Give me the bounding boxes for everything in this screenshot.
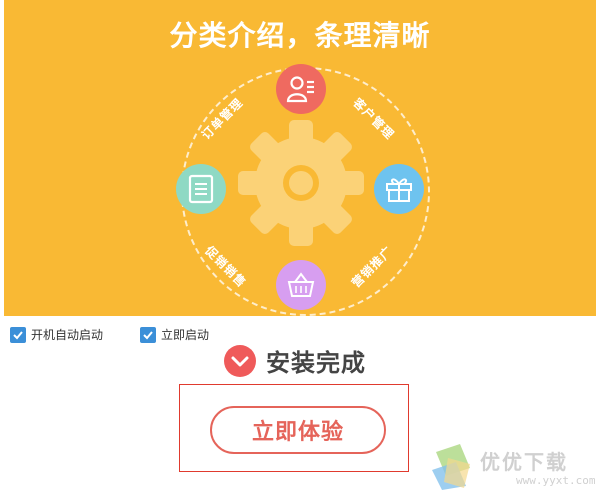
shopping-basket-icon	[276, 260, 326, 310]
install-complete-text: 安装完成	[266, 349, 366, 377]
gear-icon	[238, 120, 364, 246]
check-icon	[140, 326, 156, 343]
feature-banner: 分类介绍，条理清晰 客户管理 订单管理 营销推广 促销销售	[4, 0, 596, 316]
check-circle-icon	[224, 344, 256, 377]
yyxt-logo-icon	[432, 444, 470, 490]
autostart-label: 开机自动启动	[31, 328, 104, 342]
order-list-icon	[176, 164, 226, 214]
watermark-url: www.yyxt.com	[516, 474, 596, 487]
gift-box-icon	[374, 164, 424, 214]
autostart-checkbox[interactable]: 开机自动启动	[10, 326, 103, 343]
watermark-text: 优优下载	[480, 450, 568, 474]
launch-now-label: 立即启动	[161, 328, 210, 342]
watermark: 优优下载 www.yyxt.com	[430, 440, 595, 496]
customer-management-icon	[276, 64, 326, 114]
launch-now-checkbox[interactable]: 立即启动	[140, 326, 209, 343]
install-status: 安装完成	[224, 343, 366, 378]
banner-headline: 分类介绍，条理清晰	[169, 19, 431, 52]
try-now-button[interactable]: 立即体验	[210, 406, 386, 454]
check-icon	[10, 326, 26, 343]
